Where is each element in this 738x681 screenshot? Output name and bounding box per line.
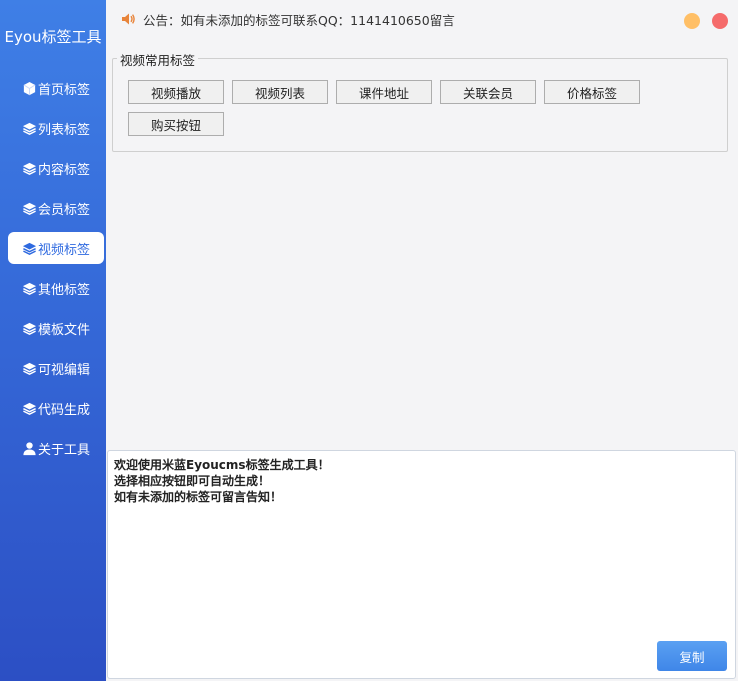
notice-text: 公告：如有未添加的标签可联系QQ：1141410650留言 <box>143 12 455 28</box>
user-icon <box>22 441 37 456</box>
output-line: 欢迎使用米蓝Eyoucms标签生成工具！ <box>114 458 330 472</box>
sidebar-item-template-files[interactable]: 模板文件 <box>8 312 104 344</box>
sidebar-item-visual-edit[interactable]: 可视编辑 <box>8 352 104 384</box>
minimize-button[interactable] <box>684 13 700 29</box>
close-button[interactable] <box>712 13 728 29</box>
sidebar-item-content-tags[interactable]: 内容标签 <box>8 152 104 184</box>
output-line: 如有未添加的标签可留言告知！ <box>114 490 283 504</box>
sidebar-item-label: 首页标签 <box>37 82 90 98</box>
sidebar-item-label: 关于工具 <box>37 442 90 458</box>
sidebar-item-other-tags[interactable]: 其他标签 <box>8 272 104 304</box>
output-textarea[interactable]: 欢迎使用米蓝Eyoucms标签生成工具！ 选择相应按钮即可自动生成！ 如有未添加… <box>107 450 736 679</box>
copy-button[interactable]: 复制 <box>657 641 727 671</box>
sidebar-item-label: 模板文件 <box>37 322 90 338</box>
main-panel: 公告：如有未添加的标签可联系QQ：1141410650留言 视频常用标签 视频播… <box>106 0 738 681</box>
sidebar-item-label: 会员标签 <box>37 202 90 218</box>
output-line: 选择相应按钮即可自动生成！ <box>114 474 271 488</box>
sidebar-item-home-tags[interactable]: 首页标签 <box>8 72 104 104</box>
sidebar: Eyou标签工具 首页标签 列表标签 内容标签 会员标签 视频标签 其他标签 模… <box>0 0 106 681</box>
layers-icon <box>22 201 37 216</box>
speaker-icon <box>120 11 136 27</box>
sidebar-item-label: 内容标签 <box>37 162 90 178</box>
sidebar-item-label: 可视编辑 <box>37 362 90 378</box>
layers-icon <box>22 321 37 336</box>
courseware-url-button[interactable]: 课件地址 <box>336 80 432 104</box>
app-title: Eyou标签工具 <box>4 28 102 46</box>
layers-icon <box>22 161 37 176</box>
linked-member-button[interactable]: 关联会员 <box>440 80 536 104</box>
sidebar-item-member-tags[interactable]: 会员标签 <box>8 192 104 224</box>
sidebar-item-label: 视频标签 <box>37 242 90 258</box>
video-list-button[interactable]: 视频列表 <box>232 80 328 104</box>
layers-icon <box>22 401 37 416</box>
sidebar-item-video-tags[interactable]: 视频标签 <box>8 232 104 264</box>
layers-icon <box>22 121 37 136</box>
cube-icon <box>22 81 37 96</box>
video-tags-group: 视频常用标签 视频播放 视频列表 课件地址 关联会员 价格标签 购买按钮 <box>112 50 728 152</box>
sidebar-item-code-gen[interactable]: 代码生成 <box>8 392 104 424</box>
notice-bar: 公告：如有未添加的标签可联系QQ：1141410650留言 <box>106 0 738 38</box>
layers-icon <box>22 241 37 256</box>
group-label: 视频常用标签 <box>117 50 199 69</box>
sidebar-item-label: 代码生成 <box>37 402 90 418</box>
sidebar-item-label: 列表标签 <box>37 122 90 138</box>
buy-button-tag-button[interactable]: 购买按钮 <box>128 112 224 136</box>
sidebar-item-label: 其他标签 <box>37 282 90 298</box>
price-tag-button[interactable]: 价格标签 <box>544 80 640 104</box>
layers-icon <box>22 281 37 296</box>
sidebar-item-about[interactable]: 关于工具 <box>8 432 104 464</box>
video-play-button[interactable]: 视频播放 <box>128 80 224 104</box>
sidebar-item-list-tags[interactable]: 列表标签 <box>8 112 104 144</box>
layers-icon <box>22 361 37 376</box>
